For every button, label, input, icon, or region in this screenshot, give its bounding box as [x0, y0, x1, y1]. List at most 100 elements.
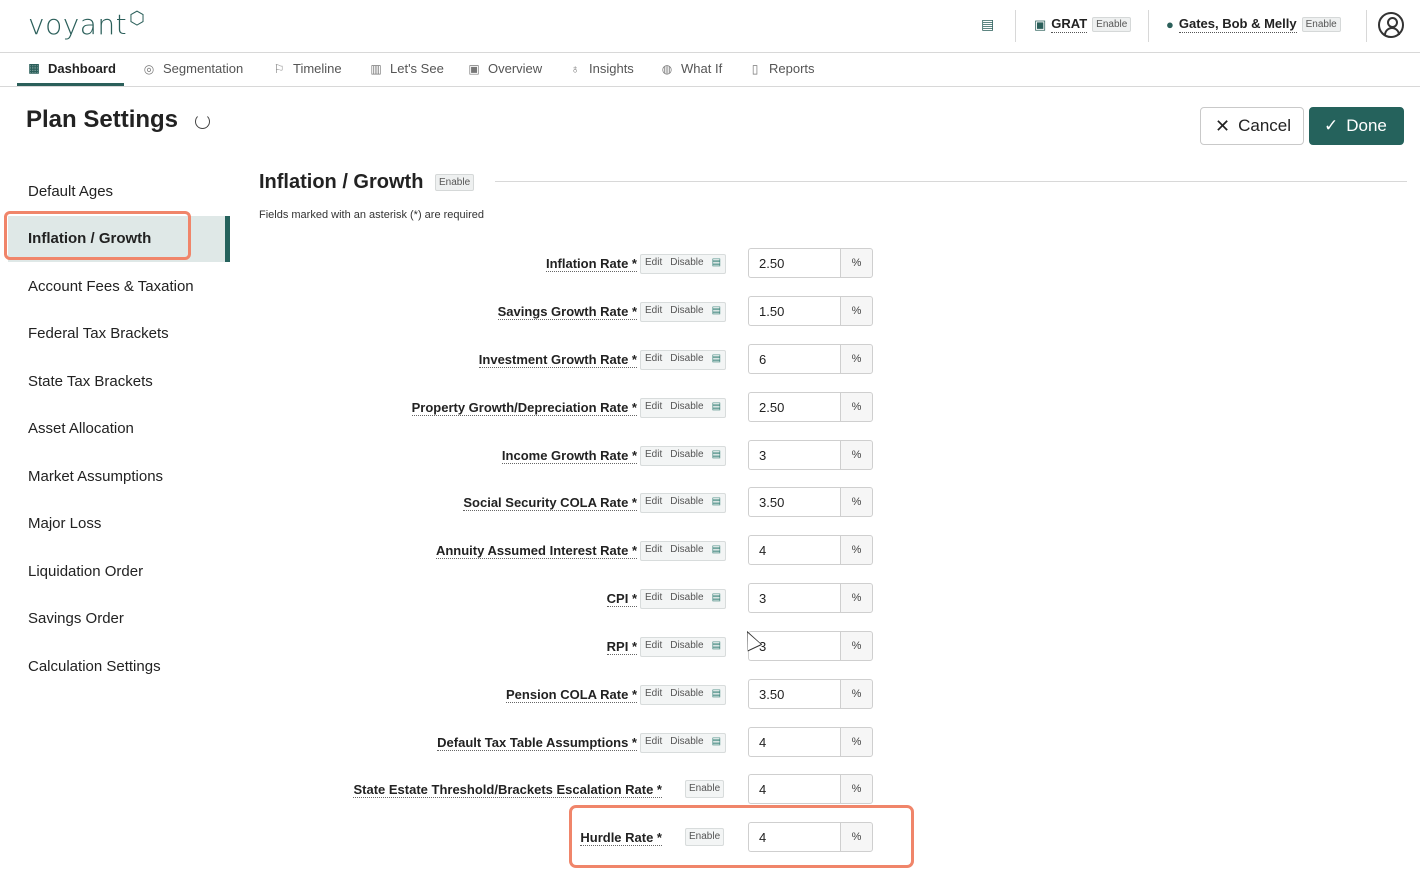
field-row-default-tax-table-assumptions: Default Tax Table Assumptions * Edit Disa… — [0, 727, 900, 759]
tab-reports[interactable]: ▯ Reports — [748, 53, 815, 84]
tab-label: Overview — [488, 61, 543, 76]
field-label[interactable]: Social Security COLA Rate * — [463, 495, 637, 511]
field-label[interactable]: Inflation Rate * — [545, 256, 637, 272]
segmentation-icon: ◎ — [143, 61, 155, 76]
field-label[interactable]: Default Tax Table Assumptions * — [437, 735, 637, 751]
section-enable-button[interactable]: Enable — [435, 174, 475, 191]
disable-button[interactable]: Disable — [666, 447, 707, 465]
disable-button[interactable]: Disable — [666, 399, 707, 417]
cpi-input[interactable]: 3 — [748, 583, 840, 613]
note-icon[interactable]: ▤ — [708, 638, 725, 656]
disable-button[interactable]: Disable — [666, 303, 707, 321]
disable-button[interactable]: Disable — [666, 542, 707, 560]
note-icon[interactable]: ▤ — [708, 542, 725, 560]
field-label[interactable]: Investment Growth Rate * — [478, 352, 637, 368]
refresh-icon[interactable] — [195, 114, 210, 129]
disable-button[interactable]: Disable — [666, 590, 707, 608]
edit-button[interactable]: Edit — [641, 686, 666, 704]
edit-button[interactable]: Edit — [641, 590, 666, 608]
edit-button[interactable]: Edit — [641, 638, 666, 656]
client-control[interactable]: ● Gates, Bob & Melly Enable — [1166, 16, 1341, 33]
edit-button[interactable]: Edit — [641, 542, 666, 560]
note-icon[interactable]: ▤ — [708, 590, 725, 608]
disable-button[interactable]: Disable — [666, 686, 707, 704]
grat-label[interactable]: GRAT — [1051, 16, 1088, 33]
note-icon[interactable]: ▤ — [708, 686, 725, 704]
report-icon: ▯ — [751, 61, 759, 76]
check-icon: ✓ — [1324, 116, 1339, 135]
note-icon[interactable]: ▤ — [708, 303, 725, 321]
tab-label: Dashboard — [48, 60, 116, 76]
field-actions: Edit Disable ▤ — [640, 254, 727, 274]
voyant-logo[interactable]: voyant ⬡ — [28, 8, 145, 41]
grat-control[interactable]: ▣ GRAT Enable — [1034, 16, 1132, 33]
edit-button[interactable]: Edit — [641, 255, 666, 273]
note-icon[interactable]: ▤ — [708, 351, 725, 369]
note-icon[interactable]: ▤ — [708, 494, 725, 512]
tab-what-if[interactable]: ◍ What If — [660, 53, 722, 84]
field-row-savings-growth-rate: Savings Growth Rate * Edit Disable ▤ 1.50 … — [0, 296, 900, 328]
note-icon[interactable]: ▤ — [708, 447, 725, 465]
edit-button[interactable]: Edit — [641, 494, 666, 512]
field-label[interactable]: Property Growth/Depreciation Rate * — [411, 400, 637, 416]
tab-overview[interactable]: ▣ Overview — [467, 53, 542, 84]
default-tax-table-assumptions-input[interactable]: 4 — [748, 727, 840, 757]
book-icon[interactable]: ▤ — [981, 16, 994, 33]
client-name[interactable]: Gates, Bob & Melly — [1178, 16, 1297, 33]
tab-timeline[interactable]: ⚐ Timeline — [272, 53, 342, 84]
rpi-input[interactable]: 3 — [748, 631, 840, 661]
field-label[interactable]: State Estate Threshold/Brackets Escalati… — [353, 782, 662, 798]
percent-unit: % — [840, 296, 873, 326]
percent-unit: % — [840, 631, 873, 661]
field-label[interactable]: RPI * — [606, 639, 637, 655]
field-label[interactable]: CPI * — [606, 591, 637, 607]
cancel-button[interactable]: ✕ Cancel — [1200, 107, 1304, 145]
sidebar-item-account-fees-taxation[interactable]: Account Fees & Taxation — [28, 278, 194, 295]
note-icon[interactable]: ▤ — [708, 399, 725, 417]
edit-button[interactable]: Edit — [641, 399, 666, 417]
field-actions: Edit Disable ▤ — [640, 637, 727, 657]
field-label[interactable]: Savings Growth Rate * — [497, 304, 637, 320]
done-button[interactable]: ✓ Done — [1309, 107, 1404, 145]
edit-button[interactable]: Edit — [641, 734, 666, 752]
tab-dashboard[interactable]: ▦ Dashboard — [17, 53, 124, 86]
edit-button[interactable]: Edit — [641, 303, 666, 321]
disable-button[interactable]: Disable — [666, 351, 707, 369]
enable-button[interactable]: Enable — [685, 780, 725, 798]
edit-button[interactable]: Edit — [641, 351, 666, 369]
property-growth-rate-input[interactable]: 2.50 — [748, 392, 840, 422]
percent-unit: % — [840, 248, 873, 278]
tab-lets-see[interactable]: ▥ Let's See — [369, 53, 443, 84]
disable-button[interactable]: Disable — [666, 255, 707, 273]
field-label[interactable]: Pension COLA Rate * — [506, 687, 637, 703]
annuity-assumed-interest-rate-input[interactable]: 4 — [748, 535, 840, 565]
main-nav: ▦ Dashboard ◎ Segmentation ⚐ Timeline ▥ … — [0, 53, 1420, 87]
income-growth-rate-input[interactable]: 3 — [748, 440, 840, 470]
tab-label: Segmentation — [163, 61, 244, 76]
tab-insights[interactable]: ♁ Insights — [568, 53, 634, 84]
social-security-cola-rate-input[interactable]: 3.50 — [748, 487, 840, 517]
disable-button[interactable]: Disable — [666, 734, 707, 752]
edit-button[interactable]: Edit — [641, 447, 666, 465]
top-header: voyant ⬡ ▤ ▣ GRAT Enable ● Gates, Bob & M… — [0, 0, 1420, 53]
tab-label: Timeline — [293, 61, 342, 76]
field-label[interactable]: Annuity Assumed Interest Rate * — [435, 543, 637, 559]
note-icon[interactable]: ▤ — [708, 255, 725, 273]
inflation-rate-input[interactable]: 2.50 — [748, 248, 840, 278]
grat-enable-button[interactable]: Enable — [1092, 17, 1132, 32]
note-icon[interactable]: ▤ — [708, 734, 725, 752]
state-estate-threshold-input[interactable]: 4 — [748, 774, 840, 804]
field-actions: Edit Disable ▤ — [640, 446, 727, 466]
disable-button[interactable]: Disable — [666, 494, 707, 512]
field-label[interactable]: Income Growth Rate * — [501, 448, 637, 464]
field-actions: Edit Disable ▤ — [640, 589, 727, 609]
client-enable-button[interactable]: Enable — [1301, 17, 1341, 32]
investment-growth-rate-input[interactable]: 6 — [748, 344, 840, 374]
user-account-icon[interactable] — [1378, 12, 1404, 38]
sidebar-item-default-ages[interactable]: Default Ages — [28, 183, 113, 200]
disable-button[interactable]: Disable — [666, 638, 707, 656]
savings-growth-rate-input[interactable]: 1.50 — [748, 296, 840, 326]
pension-cola-rate-input[interactable]: 3.50 — [748, 679, 840, 709]
header-divider — [1148, 10, 1149, 42]
tab-segmentation[interactable]: ◎ Segmentation — [142, 53, 243, 84]
